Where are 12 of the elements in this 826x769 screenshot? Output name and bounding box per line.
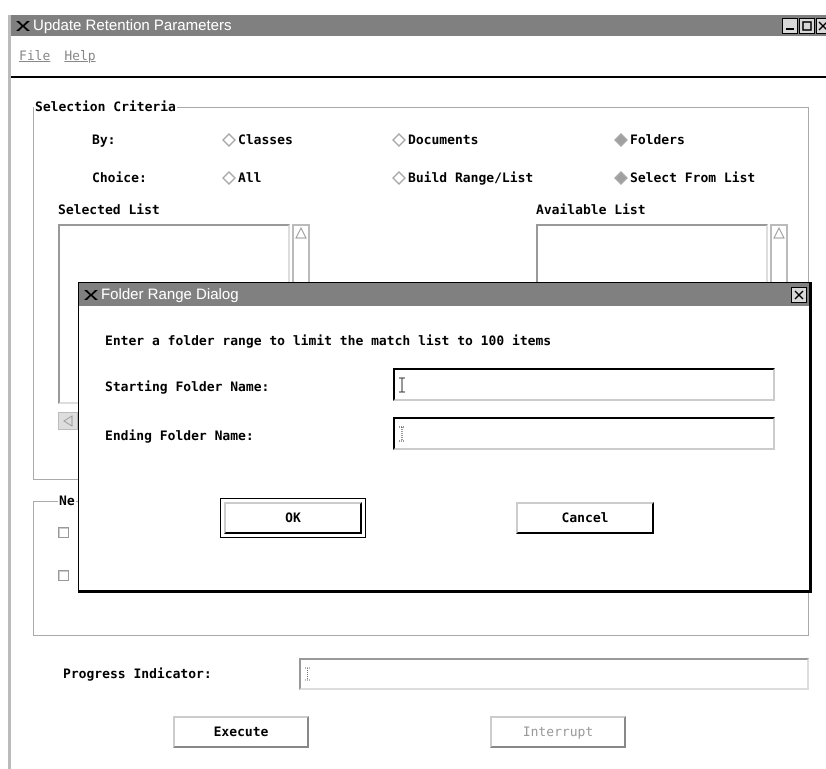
- dialog-message: Enter a folder range to limit the match list to 100 items: [105, 334, 552, 351]
- field-label: By:: [92, 132, 116, 148]
- field-label: Choice:: [92, 170, 148, 186]
- list-label: Available List: [536, 203, 647, 218]
- field-label: Progress Indicator:: [63, 666, 213, 682]
- list-label: Selected List: [58, 203, 161, 218]
- group-title: Ne: [58, 494, 76, 509]
- group-title: Selection Criteria: [34, 100, 177, 115]
- field-label: Starting Folder Name:: [105, 380, 270, 395]
- field-label: Ending Folder Name:: [105, 429, 255, 444]
- dialog-title: Folder Range Dialog: [101, 286, 240, 303]
- window-title: Update Retention Parameters: [33, 17, 232, 34]
